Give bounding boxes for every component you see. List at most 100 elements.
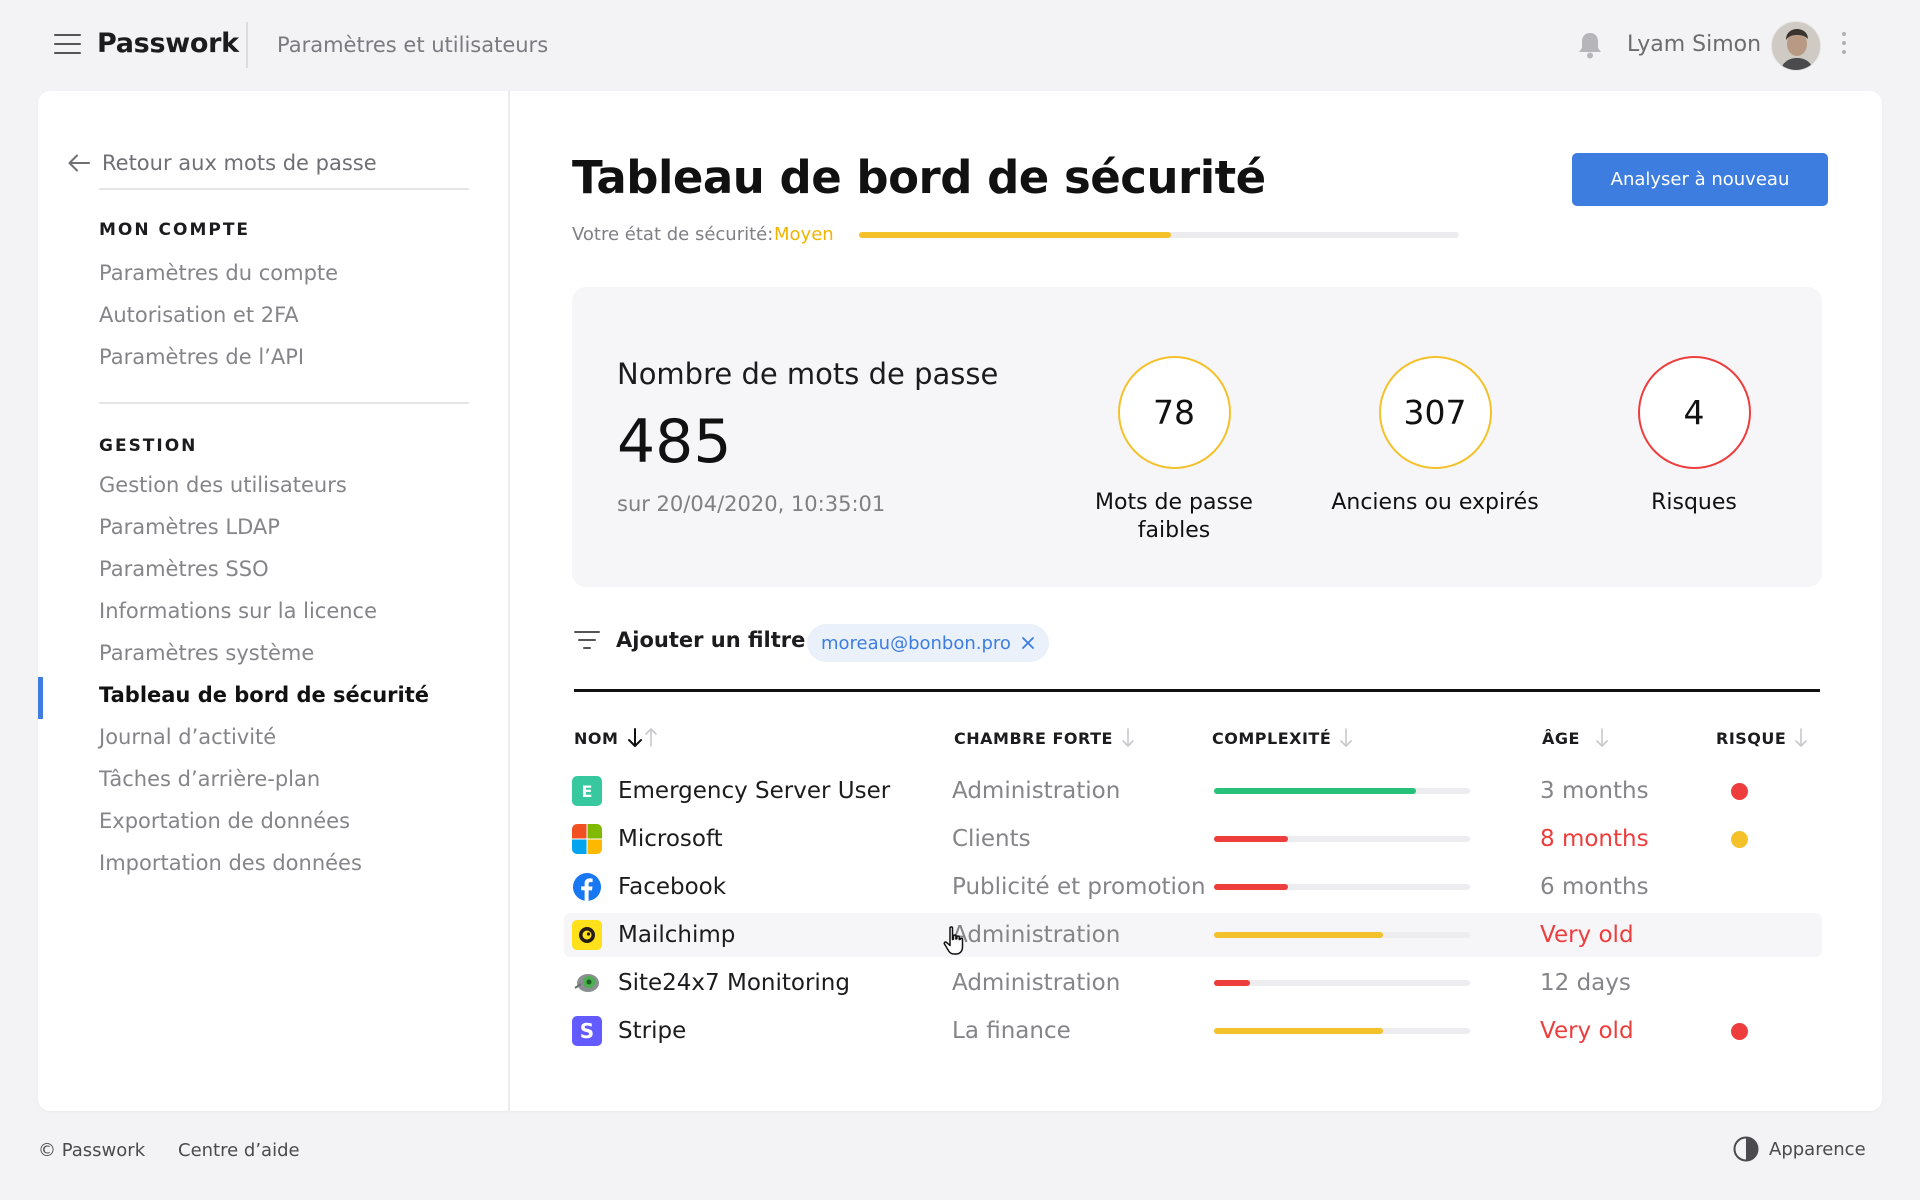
- row-name: Stripe: [618, 1018, 687, 1044]
- stat-ring: 307: [1378, 356, 1492, 469]
- stat-ring: 4: [1637, 356, 1751, 469]
- table-row[interactable]: Mailchimp Administration Very old: [564, 913, 1822, 957]
- add-filter-button[interactable]: Ajouter un filtre: [574, 628, 805, 652]
- stat-old-or-expired[interactable]: 307 Anciens ou expirés: [1325, 356, 1545, 517]
- complexity-bar: [1214, 836, 1470, 842]
- column-header-label: ÂGE: [1542, 728, 1580, 748]
- complexity-fill: [1214, 1028, 1383, 1034]
- sort-down-icon: [1596, 728, 1608, 747]
- complexity-fill: [1214, 884, 1289, 890]
- column-header-age[interactable]: ÂGE: [1542, 727, 1612, 749]
- table-row[interactable]: S Stripe La finance Very old: [564, 1009, 1822, 1053]
- sidebar-divider: [99, 188, 469, 190]
- row-vault: Publicité et promotion: [952, 874, 1206, 900]
- footer-help-link[interactable]: Centre d’aide: [178, 1140, 300, 1161]
- hamburger-menu-icon[interactable]: [54, 34, 81, 54]
- password-count-label: Nombre de mots de passe: [617, 357, 999, 391]
- risk-indicator: [1731, 831, 1748, 848]
- sidebar-item-account-settings[interactable]: Paramètres du compte: [99, 261, 338, 285]
- letter-e-icon: E: [572, 776, 602, 806]
- column-header-complexity[interactable]: COMPLEXITÉ: [1212, 727, 1353, 749]
- header-divider: [246, 22, 248, 68]
- column-header-name[interactable]: NOM: [574, 727, 660, 749]
- avatar-portrait-icon: [1772, 22, 1820, 70]
- filter-chip[interactable]: moreau@bonbon.pro: [807, 624, 1049, 662]
- complexity-fill: [1214, 932, 1383, 938]
- mailchimp-logo-icon: [572, 920, 602, 950]
- table-row[interactable]: Microsoft Clients 8 months: [564, 817, 1822, 861]
- sidebar-item-api-settings[interactable]: Paramètres de l’API: [99, 345, 304, 369]
- hand-pointer-icon: [943, 926, 964, 955]
- column-header-vault[interactable]: CHAMBRE FORTE: [954, 727, 1135, 749]
- sidebar-item-background-tasks[interactable]: Tâches d’arrière-plan: [99, 767, 320, 791]
- top-bar: Passwork Paramètres et utilisateurs Lyam…: [0, 0, 1920, 90]
- risk-indicator: [1731, 783, 1748, 800]
- row-vault: Clients: [952, 826, 1031, 852]
- password-count: 485: [617, 407, 732, 477]
- appearance-label: Apparence: [1769, 1138, 1866, 1160]
- row-vault: Administration: [952, 970, 1121, 996]
- sidebar-item-sso-settings[interactable]: Paramètres SSO: [99, 557, 269, 581]
- row-age: 8 months: [1540, 826, 1649, 852]
- filter-chip-label: moreau@bonbon.pro: [821, 632, 1011, 654]
- add-filter-label: Ajouter un filtre: [616, 628, 806, 652]
- stat-ring: 78: [1117, 356, 1231, 469]
- sidebar-heading-account: MON COMPTE: [99, 220, 251, 240]
- sidebar-item-security-dashboard[interactable]: Tableau de bord de sécurité: [99, 683, 429, 707]
- stat-risks[interactable]: 4 Risques: [1584, 356, 1804, 517]
- table-row[interactable]: Facebook Publicité et promotion 6 months: [564, 865, 1822, 909]
- stat-weak-passwords[interactable]: 78 Mots de passe faibles: [1064, 356, 1284, 545]
- appearance-toggle[interactable]: Apparence: [1733, 1136, 1866, 1162]
- table-row[interactable]: Site24x7 Monitoring Administration 12 da…: [564, 961, 1822, 1005]
- complexity-fill: [1214, 788, 1417, 794]
- row-vault: Administration: [952, 922, 1121, 948]
- user-avatar[interactable]: [1771, 21, 1821, 71]
- back-to-passwords-link[interactable]: Retour aux mots de passe: [68, 146, 377, 180]
- security-state-label: Votre état de sécurité:: [572, 224, 774, 245]
- sidebar-item-license-info[interactable]: Informations sur la licence: [99, 599, 377, 623]
- row-age: 12 days: [1540, 970, 1631, 996]
- row-vault: Administration: [952, 778, 1121, 804]
- complexity-bar: [1214, 1028, 1470, 1034]
- page-title: Tableau de bord de sécurité: [572, 151, 1266, 204]
- row-age: 6 months: [1540, 874, 1649, 900]
- user-name[interactable]: Lyam Simon: [1627, 32, 1761, 57]
- row-name: Mailchimp: [618, 922, 736, 948]
- sidebar-item-data-import[interactable]: Importation des données: [99, 851, 362, 875]
- sidebar-item-data-export[interactable]: Exportation de données: [99, 809, 350, 833]
- section-title: Paramètres et utilisateurs: [277, 33, 549, 57]
- sidebar-item-system-settings[interactable]: Paramètres système: [99, 641, 314, 665]
- more-options-icon[interactable]: [1840, 32, 1848, 58]
- settings-sidebar: Retour aux mots de passe MON COMPTE Para…: [38, 91, 510, 1111]
- back-link-label: Retour aux mots de passe: [102, 151, 377, 175]
- rescan-button[interactable]: Analyser à nouveau: [1572, 153, 1828, 206]
- close-icon[interactable]: [1021, 636, 1035, 650]
- scan-date: sur 20/04/2020, 10:35:01: [617, 492, 886, 516]
- filter-bar: Ajouter un filtre moreau@bonbon.pro: [572, 621, 1822, 671]
- footer-copyright: © Passwork: [38, 1140, 146, 1161]
- facebook-logo-icon: [572, 872, 602, 902]
- dashboard-content: Tableau de bord de sécurité Analyser à n…: [564, 91, 1828, 1111]
- column-header-label: COMPLEXITÉ: [1212, 728, 1332, 748]
- row-name: Site24x7 Monitoring: [618, 970, 850, 996]
- filter-icon: [574, 631, 600, 649]
- table-row[interactable]: E Emergency Server User Administration 3…: [564, 769, 1822, 813]
- complexity-bar: [1214, 932, 1470, 938]
- sidebar-item-ldap-settings[interactable]: Paramètres LDAP: [99, 515, 280, 539]
- column-header-label: NOM: [574, 728, 619, 748]
- complexity-bar: [1214, 788, 1470, 794]
- arrow-left-icon: [68, 154, 90, 172]
- stripe-logo-icon: S: [572, 1016, 602, 1046]
- table-top-rule: [574, 689, 1820, 692]
- sidebar-item-authorization-2fa[interactable]: Autorisation et 2FA: [99, 303, 299, 327]
- sidebar-item-user-management[interactable]: Gestion des utilisateurs: [99, 473, 347, 497]
- brand-logo[interactable]: Passwork: [97, 28, 239, 59]
- column-header-risk[interactable]: RISQUE: [1716, 727, 1808, 749]
- sidebar-item-activity-log[interactable]: Journal d’activité: [99, 725, 276, 749]
- row-vault: La finance: [952, 1018, 1071, 1044]
- bell-icon[interactable]: [1576, 30, 1604, 60]
- sort-down-icon: [1340, 728, 1353, 747]
- complexity-bar: [1214, 980, 1470, 986]
- sort-arrows-icon: [628, 728, 658, 747]
- column-header-label: RISQUE: [1716, 728, 1787, 748]
